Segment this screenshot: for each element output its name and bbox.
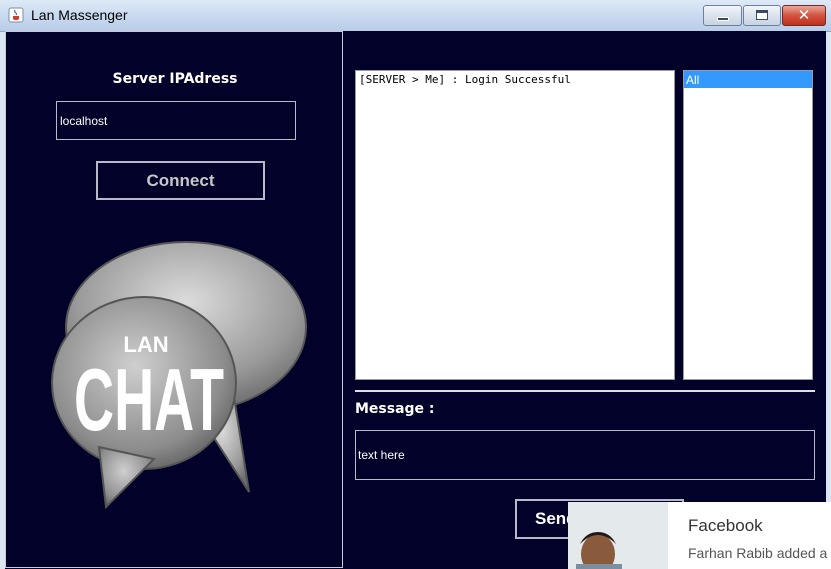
avatar [568, 502, 668, 569]
lan-chat-logo: LAN CHAT [51, 241, 307, 510]
separator [355, 390, 815, 392]
server-ip-input[interactable] [56, 101, 296, 140]
chat-log[interactable]: [SERVER > Me] : Login Successful [355, 70, 675, 380]
connect-button[interactable]: Connect [96, 161, 265, 200]
maximize-button[interactable] [743, 5, 781, 26]
close-icon: ✕ [797, 6, 811, 24]
message-input[interactable]: text here [355, 430, 815, 480]
chat-message: [SERVER > Me] : Login Successful [359, 73, 571, 86]
notification-title: Facebook [688, 516, 763, 535]
logo-chat-text: CHAT [74, 350, 224, 449]
client-area: Server IPAdress Connect [5, 31, 826, 569]
connection-panel: Server IPAdress Connect [5, 31, 343, 568]
minimize-button[interactable] [703, 5, 742, 26]
window-title: Lan Massenger [31, 7, 128, 23]
user-list[interactable]: All [683, 70, 813, 380]
notification-text: Farhan Rabib added a [688, 545, 828, 561]
java-cup-icon [8, 7, 24, 23]
close-button[interactable]: ✕ [782, 5, 826, 26]
server-ip-label: Server IPAdress [112, 71, 238, 87]
message-label: Message : [355, 401, 435, 417]
facebook-notification[interactable]: Facebook Farhan Rabib added a [568, 502, 831, 569]
person-photo-icon [568, 502, 668, 569]
user-list-item-all[interactable]: All [684, 71, 812, 88]
window-titlebar[interactable]: Lan Massenger ✕ [0, 0, 831, 32]
